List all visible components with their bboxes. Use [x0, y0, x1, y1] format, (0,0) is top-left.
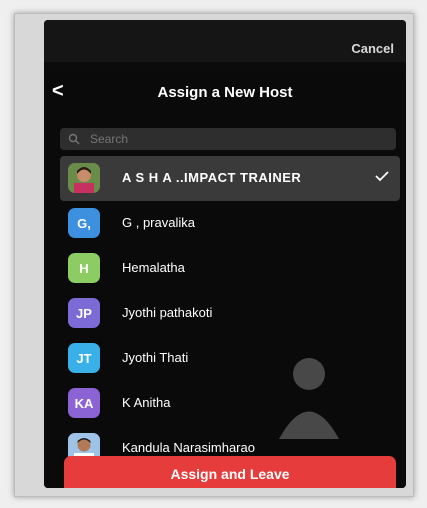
cancel-button[interactable]: Cancel: [351, 41, 394, 56]
participant-row[interactable]: JT Jyothi Thati: [44, 336, 406, 381]
search-icon: [68, 133, 80, 145]
assign-and-leave-button[interactable]: Assign and Leave: [64, 456, 396, 488]
assign-host-sheet: < Assign a New Host A S H A ..IMP: [44, 72, 406, 488]
participant-name: Kandula Narasimharao: [122, 440, 255, 455]
app-screen: Cancel < Assign a New Host Search A S H …: [44, 20, 406, 488]
avatar: JP: [68, 298, 100, 328]
background-person-icon: [279, 358, 339, 439]
participant-name: Jyothi pathakoti: [122, 305, 213, 320]
profile-photo-icon: [68, 163, 100, 193]
avatar: [68, 163, 100, 193]
avatar: H: [68, 253, 100, 283]
sheet-title: Assign a New Host: [157, 84, 293, 101]
participant-name: A S H A ..IMPACT TRAINER: [122, 170, 302, 185]
participant-name: Jyothi Thati: [122, 350, 189, 365]
top-strip: Cancel: [44, 20, 406, 62]
participant-row[interactable]: KA K Anitha: [44, 381, 406, 426]
participant-row[interactable]: H Hemalatha: [44, 246, 406, 291]
avatar: KA: [68, 388, 100, 418]
participant-name: Hemalatha: [122, 260, 185, 275]
participant-list: A S H A ..IMPACT TRAINER G, G , pravalik…: [44, 156, 406, 471]
search-input[interactable]: [88, 131, 392, 147]
participant-name: K Anitha: [122, 395, 171, 410]
participant-name: G , pravalika: [122, 215, 195, 230]
participant-row[interactable]: G, G , pravalika: [44, 201, 406, 246]
avatar: JT: [68, 343, 100, 373]
participant-row[interactable]: JP Jyothi pathakoti: [44, 291, 406, 336]
checkmark-icon: [375, 171, 389, 182]
participant-row[interactable]: A S H A ..IMPACT TRAINER: [60, 156, 400, 201]
avatar: G,: [68, 208, 100, 238]
search-bar[interactable]: [60, 128, 396, 150]
